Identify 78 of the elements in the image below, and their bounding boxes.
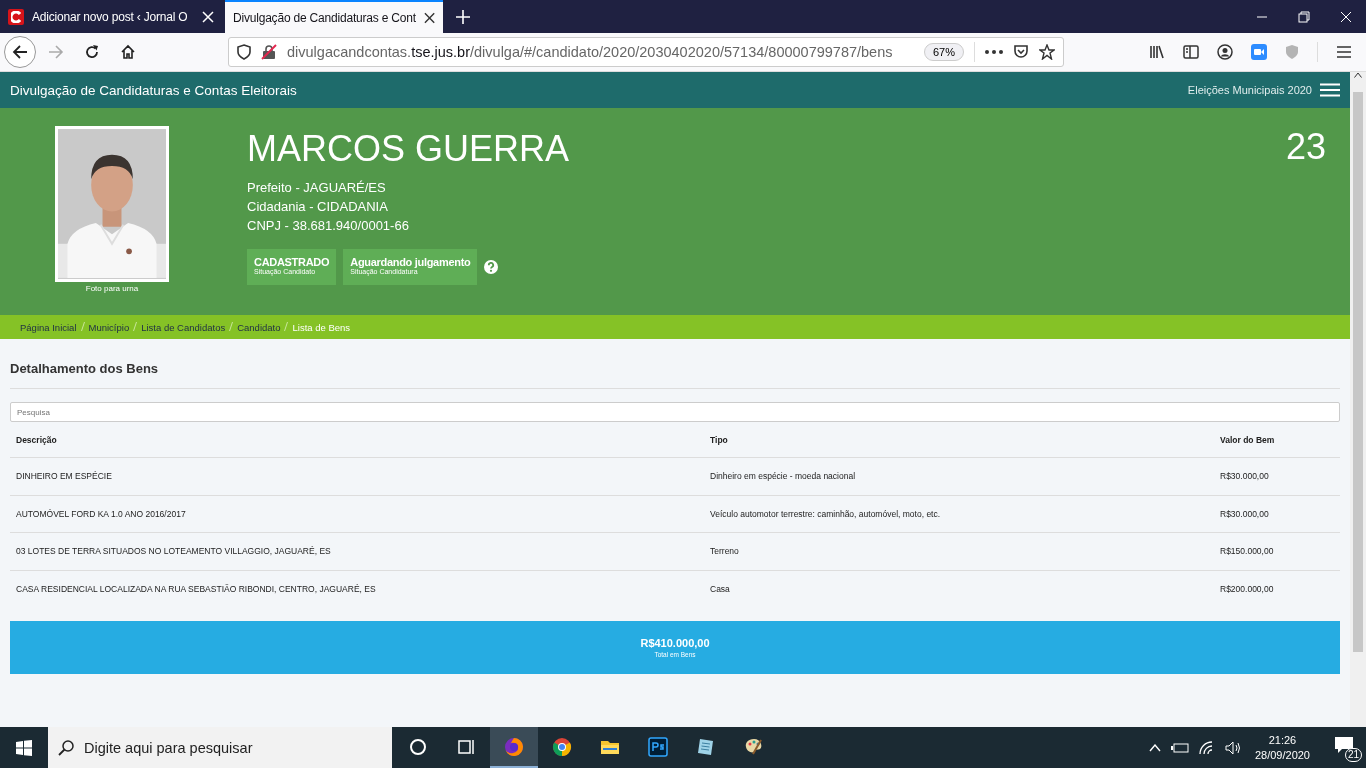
library-icon[interactable] [1149,44,1165,60]
status-value: CADASTRADO [254,256,330,268]
table-cell-text: Dinheiro em espécie - moeda nacional [709,471,857,482]
clock[interactable]: 21:26 28/09/2020 [1254,732,1310,763]
scrollbar-thumb[interactable] [1353,92,1363,652]
table-cell-text: Veículo automotor terrestre: caminhão, automóvel, moto, etc. [709,508,942,519]
scrollbar[interactable] [1350,72,1366,727]
candidate-detail: Prefeito - JAGUARÉ/ES [247,179,387,197]
site-title: Divulgação de Candidaturas e Contas Eleitorais [10,82,298,98]
total-value: R$410.000,00 [640,637,710,649]
scroll-up-icon[interactable] [1354,72,1362,78]
c-logo-icon [11,10,21,23]
table-cell-text: Terreno [709,546,740,557]
search-field[interactable]: Pesquisa [10,402,1340,422]
close-icon[interactable] [423,11,435,24]
column-header: Tipo [709,434,729,445]
candidate-detail: Cidadania - CIDADANIA [247,198,389,216]
insecure-lock-icon [261,44,277,60]
browser-tab[interactable]: Divulgação de Candidaturas e Cont [225,0,443,33]
candidate-detail: CNPJ - 38.681.940/0001-66 [247,217,410,235]
column-header: Valor do Bem [1219,434,1276,445]
table-cell-text: R$200.000,00 [1219,584,1275,595]
search-icon [58,739,74,756]
status-value: Aguardando julgamento [350,256,471,268]
photoshop-icon [648,736,668,757]
breadcrumb-link[interactable]: Lista de Candidatos [141,321,226,333]
slash-icon [229,321,234,331]
star-icon[interactable] [1039,44,1055,60]
election-label: Eleições Municipais 2020 [1187,84,1312,96]
table-cell-text: DINHEIRO EM ESPÉCIE [15,471,113,482]
wifi-icon[interactable] [1198,740,1215,755]
photo-caption: Foto para urna [85,284,139,293]
clock-time: 21:26 [1268,732,1297,748]
shield-icon [237,44,251,60]
battery-icon[interactable] [1170,741,1189,754]
circle-icon [408,736,428,757]
taskbar-search-field[interactable]: Digite aqui para pesquisar [48,727,392,768]
table-cell-text: Casa [709,584,731,595]
notification-count: 21 [1344,747,1362,762]
section-title: Detalhamento dos Bens [10,361,1340,389]
candidate-number: 23 [1285,126,1326,169]
zoom-level-button[interactable]: 67% [923,43,964,61]
help-icon[interactable] [484,260,499,274]
table-cell-text: CASA RESIDENCIAL LOCALIZADA NA RUA SEBASTIÃO RIBONDI, CENTRO, JAGUARÉ, ES [15,584,377,595]
table-cell-text: AUTOMÓVEL FORD KA 1.0 ANO 2016/2017 [15,508,187,519]
home-icon[interactable] [120,44,136,60]
notebook-icon [696,736,716,757]
table-cell-text: R$30.000,00 [1219,508,1270,519]
table-cell-text: R$30.000,00 [1219,471,1270,482]
clock-date: 28/09/2020 [1254,747,1310,763]
windows-icon[interactable] [16,739,32,756]
address-bar[interactable]: divulgacandcontas.tse.jus.br/divulga/#/candidato/2020/2030402020/57134/80000799787/bens 67% [228,37,1064,67]
paint-palette-icon [744,736,764,757]
new-tab-icon[interactable] [455,8,471,25]
chevron-up-icon[interactable] [1148,743,1161,752]
column-header: Descrição [15,434,58,445]
restore-icon[interactable] [1298,10,1310,23]
sidebar-icon[interactable] [1183,44,1199,60]
browser-icon [552,736,572,757]
browser-icon [504,736,524,757]
slash-icon [80,321,85,331]
speaker-icon[interactable] [1224,740,1241,755]
back-icon[interactable] [12,44,28,60]
candidate-name: MARCOS GUERRA [247,128,571,170]
video-camera-icon[interactable] [1251,44,1267,60]
breadcrumb-link[interactable]: Página Inicial [20,321,77,333]
reload-icon[interactable] [84,44,100,60]
browser-tab[interactable]: Adicionar novo post ‹ Jornal O [0,0,222,33]
breadcrumb-link[interactable]: Município [88,321,130,333]
pocket-icon[interactable] [1013,44,1029,60]
more-icon[interactable] [985,50,1003,54]
slash-icon [284,321,289,331]
table-cell-text: 03 LOTES DE TERRA SITUADOS NO LOTEAMENTO VILLAGGIO, JAGUARÉ, ES [15,546,332,557]
slash-icon [133,321,138,331]
table-cell-text: R$150.000,00 [1219,546,1275,557]
account-icon[interactable] [1217,44,1233,60]
breadcrumb-link[interactable]: Candidato [237,321,281,333]
menu-icon[interactable] [1336,45,1352,59]
